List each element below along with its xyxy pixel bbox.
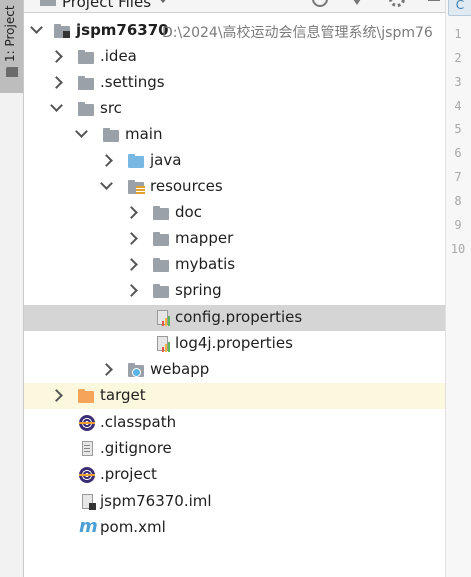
tree-row-mybatis[interactable]: mybatis: [24, 252, 445, 278]
web-folder-icon: [128, 362, 144, 378]
chevron-down-icon[interactable]: [158, 0, 168, 3]
tree-item-label: target: [100, 386, 146, 404]
tree-item-label: jspm76370: [76, 21, 169, 39]
line-number: 1: [454, 27, 462, 41]
tree-row-mapper[interactable]: mapper: [24, 226, 445, 252]
tree-row-target[interactable]: target: [24, 383, 445, 409]
tree-row-classpath[interactable]: .classpath: [24, 410, 445, 436]
tree-item-label: java: [150, 151, 182, 169]
tree-row-resources[interactable]: resources: [24, 174, 445, 200]
line-number: 4: [454, 99, 462, 113]
chevron-right-icon[interactable]: [50, 76, 63, 89]
resources-folder-icon: [128, 179, 145, 195]
tree-row-pom[interactable]: m pom.xml: [24, 515, 445, 541]
folder-icon: [153, 257, 169, 273]
chevron-right-icon[interactable]: [125, 232, 138, 245]
source-folder-icon: [128, 153, 144, 169]
tree-item-label: .settings: [100, 73, 165, 91]
line-number: 5: [454, 122, 462, 136]
tree-row-gitignore[interactable]: .gitignore: [24, 436, 445, 462]
eclipse-file-icon: [79, 467, 95, 483]
tree-row-project[interactable]: .project: [24, 462, 445, 488]
line-number: 7: [454, 170, 462, 184]
line-number: 6: [454, 146, 462, 160]
chevron-right-icon[interactable]: [100, 363, 113, 376]
editor-tab[interactable]: C: [448, 0, 471, 16]
tree-item-label: jspm76370.iml: [100, 492, 212, 510]
module-file-icon: [80, 494, 96, 510]
tree-item-label: .gitignore: [100, 439, 172, 457]
folder-icon: [153, 283, 169, 299]
tree-row-main[interactable]: main: [24, 122, 445, 148]
minimize-icon[interactable]: [428, 0, 440, 1]
gear-icon[interactable]: [389, 0, 405, 7]
chevron-down-icon[interactable]: [50, 99, 63, 112]
tree-row-java[interactable]: java: [24, 148, 445, 174]
maven-icon: m: [79, 516, 98, 537]
tree-row-src[interactable]: src: [24, 96, 445, 122]
tree-item-label: .project: [100, 465, 157, 483]
folder-icon: [78, 49, 94, 65]
chevron-right-icon[interactable]: [125, 258, 138, 271]
project-path: D:\2024\高校运动会信息管理系统\jspm76: [162, 25, 433, 41]
tree-row-settings[interactable]: .settings: [24, 70, 445, 96]
project-folder-icon: [54, 23, 70, 39]
excluded-folder-icon: [78, 388, 94, 404]
chevron-right-icon[interactable]: [125, 284, 138, 297]
eclipse-file-icon: [79, 415, 95, 431]
tree-item-label: .classpath: [100, 413, 177, 431]
folder-icon: [103, 127, 119, 143]
folder-icon: [40, 0, 56, 6]
tree-item-label: resources: [150, 177, 223, 195]
tool-window-strip: 1: Project: [0, 0, 24, 577]
folder-icon: [78, 101, 94, 117]
properties-file-icon: [155, 336, 171, 352]
folder-icon: [6, 67, 18, 77]
tree-item-label: .idea: [100, 47, 137, 65]
project-panel-header: Project Files: [24, 0, 445, 13]
chevron-right-icon[interactable]: [50, 389, 63, 402]
tree-row-log4j-properties[interactable]: log4j.properties: [24, 331, 445, 357]
tree-item-label: src: [100, 99, 122, 117]
folder-icon: [153, 205, 169, 221]
editor-gutter: C 1 2 3 4 5 6 7 8 9 10: [445, 0, 471, 577]
properties-file-icon: [155, 310, 171, 326]
text-file-icon: [80, 441, 96, 457]
tree-item-label: config.properties: [175, 308, 303, 326]
tree-row-iml[interactable]: jspm76370.iml: [24, 489, 445, 515]
chevron-right-icon[interactable]: [50, 50, 63, 63]
tree-item-label: spring: [175, 281, 222, 299]
chevron-down-icon[interactable]: [100, 177, 113, 190]
tree-row-spring[interactable]: spring: [24, 278, 445, 304]
chevron-right-icon[interactable]: [125, 206, 138, 219]
line-number: 10: [450, 242, 466, 256]
tree-item-label: mybatis: [175, 255, 236, 273]
chevron-right-icon[interactable]: [100, 154, 113, 167]
line-number: 2: [454, 51, 462, 65]
tree-row-webapp[interactable]: webapp: [24, 357, 445, 383]
locate-icon[interactable]: [312, 0, 328, 7]
tree-item-label: log4j.properties: [175, 334, 293, 352]
chevron-down-icon[interactable]: [30, 21, 43, 34]
tree-item-label: mapper: [175, 229, 234, 247]
tree-row-doc[interactable]: doc: [24, 200, 445, 226]
line-number: 3: [454, 75, 462, 89]
tree-row-idea[interactable]: .idea: [24, 44, 445, 70]
project-view-selector[interactable]: Project Files: [62, 0, 151, 11]
chevron-down-icon[interactable]: [75, 125, 88, 138]
tree-item-label: doc: [175, 203, 202, 221]
collapse-all-icon[interactable]: [350, 0, 364, 6]
project-tool-tab[interactable]: 1: Project: [0, 0, 23, 93]
line-number: 8: [454, 194, 462, 208]
line-number: 9: [454, 218, 462, 232]
tree-item-label: main: [125, 125, 163, 143]
project-tool-tab-label: 1: Project: [3, 5, 17, 62]
tree-item-label: pom.xml: [100, 518, 166, 536]
folder-icon: [153, 231, 169, 247]
tree-row-root[interactable]: jspm76370 D:\2024\高校运动会信息管理系统\jspm76: [24, 18, 445, 44]
tree-item-label: webapp: [150, 360, 210, 378]
folder-icon: [78, 75, 94, 91]
tree-row-config-properties[interactable]: config.properties: [24, 305, 445, 331]
